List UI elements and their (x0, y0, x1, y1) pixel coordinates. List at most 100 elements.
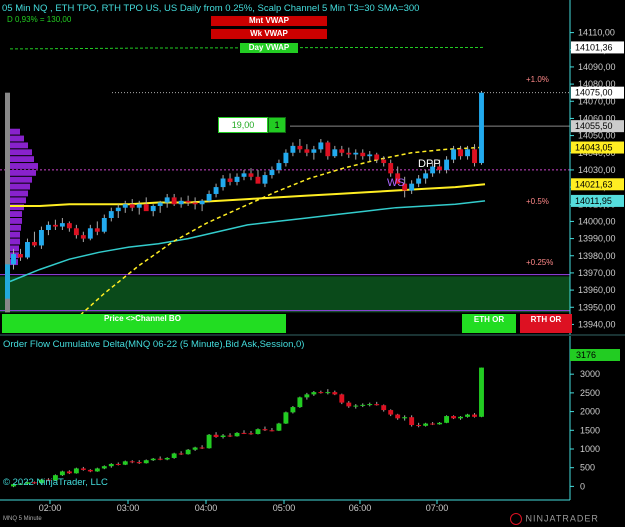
price-candle (353, 152, 359, 155)
price-candle (465, 149, 470, 157)
delta-candle (402, 417, 408, 419)
price-candle (143, 204, 149, 212)
price-candle (248, 173, 254, 177)
wk-vwap-button[interactable]: Wk VWAP (211, 29, 327, 39)
price-candle (381, 159, 387, 164)
t3-30-line (9, 200, 486, 283)
delta-candle (157, 458, 163, 460)
tpo-profile-bar (10, 245, 19, 252)
price-candle (227, 178, 233, 182)
price-candle (192, 202, 198, 205)
delta-candle (122, 461, 128, 465)
price-candle (339, 149, 345, 153)
delta-candle (185, 449, 191, 455)
price-candle (276, 163, 282, 170)
tpo-profile-bar (10, 169, 36, 176)
pct-label-025: +0.25% (526, 258, 554, 267)
delta-candle (423, 423, 429, 426)
delta-candle (283, 412, 289, 424)
price-candle (346, 152, 352, 155)
delta-candle (213, 434, 219, 438)
delta-candle (171, 453, 177, 458)
delta-tick-label: 1000 (580, 444, 600, 454)
price-candle (45, 224, 51, 231)
delta-candle (381, 405, 387, 411)
time-tick-label: 06:00 (349, 503, 372, 513)
price-candle (444, 159, 450, 170)
channel-bo-label: Price <>Channel BO (104, 314, 181, 323)
pct-label-1: +1.0% (526, 75, 549, 84)
delta-candle (325, 392, 331, 394)
price-candle (234, 176, 240, 182)
price-candle (164, 197, 170, 203)
price-candle (241, 173, 247, 177)
price-candle (332, 149, 338, 157)
delta-tick-label: 0 (580, 481, 585, 491)
delta-candle (437, 422, 443, 425)
delta-candle (129, 461, 135, 463)
day-vwap-button[interactable]: Day VWAP (240, 43, 298, 53)
tpo-profile-bar (10, 190, 28, 197)
price-candle (94, 228, 100, 232)
delta-candle (80, 468, 86, 470)
tpo-profile-bar (10, 231, 20, 238)
delta-candle (451, 416, 457, 419)
lower-panel-title: Order Flow Cumulative Delta(MNQ 06-22 (5… (3, 339, 305, 350)
price-tick-label: 14090,00 (578, 62, 616, 72)
mnt-vwap-button[interactable]: Mnt VWAP (211, 16, 327, 26)
tpo-profile-bar (10, 128, 20, 135)
price-candle (11, 254, 16, 265)
threshold-input[interactable]: 19,00 (218, 117, 268, 133)
price-tick-label: 13990,00 (578, 234, 616, 244)
session-open-bar (5, 264, 10, 299)
delta-candle (150, 458, 156, 461)
delta-candle (136, 462, 142, 464)
price-candle (325, 142, 331, 157)
price-tick-label: 14030,00 (578, 165, 616, 175)
time-tick-label: 02:00 (39, 503, 62, 513)
price-candle (311, 149, 317, 153)
price-marker-label: 14101,36 (575, 42, 613, 52)
delta-candle (479, 367, 484, 417)
tpo-profile-bar (10, 149, 32, 156)
price-candle (59, 223, 65, 227)
price-tick-label: 14000,00 (578, 216, 616, 226)
price-tick-label: 13950,00 (578, 302, 616, 312)
tpo-profile-bar (10, 156, 34, 163)
rth-or-button[interactable]: RTH OR (520, 314, 572, 333)
delta-candle (304, 394, 310, 398)
footer-instrument: MNQ 5 Minute (3, 516, 42, 522)
delta-candle (367, 404, 373, 406)
delta-candle (290, 407, 296, 413)
delta-candle (409, 417, 415, 426)
delta-candle (444, 416, 450, 423)
price-candle (150, 205, 156, 212)
eth-or-button[interactable]: ETH OR (462, 314, 516, 333)
threshold-step-button[interactable]: 1 (268, 117, 286, 133)
time-tick-label: 03:00 (117, 503, 140, 513)
price-candle (409, 183, 415, 191)
price-candle (185, 200, 191, 203)
delta-candle (374, 404, 380, 406)
delta-tick-label: 1500 (580, 425, 600, 435)
time-tick-label: 05:00 (273, 503, 296, 513)
price-candle (269, 169, 275, 176)
price-candle (122, 204, 128, 208)
price-candle (73, 228, 79, 236)
price-candle (25, 242, 30, 258)
price-candle (423, 173, 429, 179)
price-candle (297, 145, 303, 150)
delta-candle (311, 392, 317, 395)
price-candle (171, 197, 177, 205)
price-candle (129, 204, 135, 208)
price-candle (18, 254, 23, 258)
cum-delta-value-marker: 3176 (570, 349, 620, 361)
tpo-profile-bar (10, 142, 28, 149)
brand-text: NINJATRADER (525, 513, 599, 524)
delta-candle (395, 414, 401, 419)
ninja-icon (510, 513, 522, 525)
price-candle (472, 149, 477, 164)
copyright-text: © 2022 NinjaTrader, LLC (3, 477, 108, 488)
delta-candle (332, 392, 338, 395)
delta-candle (206, 434, 212, 449)
